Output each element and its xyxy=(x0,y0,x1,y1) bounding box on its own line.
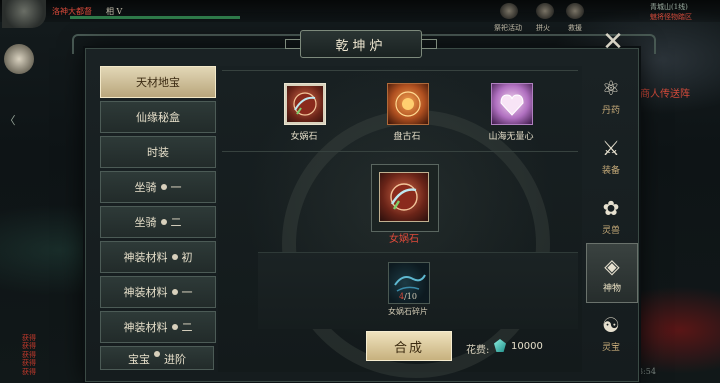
material-count: 4/10 xyxy=(399,292,417,301)
tab-label: 灵宝 xyxy=(601,342,620,353)
top-icon-label: 祭祀活动 xyxy=(494,24,522,32)
nuwa-stone-icon xyxy=(390,183,418,211)
tab-label: 丹药 xyxy=(601,105,620,116)
category-zuoqi-2[interactable]: 坐骑二 xyxy=(100,206,216,238)
player-avatar[interactable] xyxy=(2,0,46,28)
pangu-stone-icon xyxy=(395,91,421,117)
blade-icon: ⚔ xyxy=(602,135,620,160)
chat-log[interactable]: 获得 获得 获得 获得 获得 xyxy=(22,334,36,376)
top-icon-label: 拼火 xyxy=(536,24,550,32)
tab-zhuang-bei[interactable]: ⚔ 装备 xyxy=(586,126,636,184)
map-location-label: 市商人传送阵 xyxy=(630,89,690,100)
gourd-icon: ⚛ xyxy=(602,75,620,100)
bullet-dot-icon xyxy=(171,289,178,295)
panel-title: 乾坤炉 xyxy=(335,38,387,54)
shanhai-heart-icon xyxy=(500,94,524,116)
item-name: 山海无量心 xyxy=(488,132,534,142)
tab-ling-bao[interactable]: ☯ 灵宝 xyxy=(586,303,636,361)
category-shenzhuang-2[interactable]: 神装材料二 xyxy=(100,311,216,343)
category-label: 神装材料 xyxy=(123,251,168,264)
bullet-dot-icon xyxy=(160,219,167,225)
fan-icon: ◈ xyxy=(604,253,620,278)
tab-label: 灵兽 xyxy=(601,225,620,236)
bullet-dot-icon xyxy=(160,184,167,190)
forge-button[interactable]: 合成 xyxy=(366,331,452,361)
map-subtitle: 魅将怪物踏区 xyxy=(650,13,692,21)
category-suffix: 初 xyxy=(181,251,193,264)
category-label: 神装材料 xyxy=(123,321,168,334)
result-item-slot[interactable] xyxy=(379,172,429,222)
cost-label: 花费: xyxy=(466,345,490,356)
category-label: 神装材料 xyxy=(123,286,168,299)
category-xianyuan-mihe[interactable]: 仙缘秘盒 xyxy=(100,101,216,133)
category-label: 时装 xyxy=(147,146,169,159)
chat-line: 获得 xyxy=(22,350,36,359)
category-label: 宝宝 xyxy=(128,353,150,366)
close-icon: ✕ xyxy=(602,27,624,57)
activity-icon[interactable] xyxy=(500,3,518,19)
bullet-dot-icon xyxy=(171,324,178,330)
category-suffix: 一 xyxy=(170,181,182,194)
category-suffix: 一 xyxy=(181,286,193,299)
fire-icon[interactable] xyxy=(536,3,554,19)
category-suffix: 进阶 xyxy=(164,353,186,366)
map-name: 青城山(1线) xyxy=(650,3,688,11)
item-slot-shanhai-heart[interactable] xyxy=(491,83,533,125)
cost-value: 10000 xyxy=(511,341,543,352)
category-label: 仙缘秘盒 xyxy=(136,111,180,124)
category-tiancai-dibao[interactable]: 天材地宝 xyxy=(100,66,216,98)
category-label: 天材地宝 xyxy=(136,76,180,89)
nuwa-stone-icon xyxy=(293,92,317,116)
category-label: 坐骑 xyxy=(134,216,157,229)
category-shenzhuang-chu[interactable]: 神装材料初 xyxy=(100,241,216,273)
material-name: 女娲石碎片 xyxy=(388,307,428,316)
paw-icon: ✿ xyxy=(602,195,620,220)
chat-line: 获得 xyxy=(22,359,36,368)
category-zuoqi-1[interactable]: 坐骑一 xyxy=(100,171,216,203)
material-need: 10 xyxy=(406,292,417,301)
item-name: 女娲石 xyxy=(290,132,318,142)
chat-line: 获得 xyxy=(22,342,36,351)
category-shizhuang[interactable]: 时装 xyxy=(100,136,216,168)
forge-button-label: 合成 xyxy=(393,340,424,356)
category-suffix: 二 xyxy=(170,216,182,229)
tab-label: 装备 xyxy=(601,165,620,176)
material-have: 4 xyxy=(399,292,405,301)
category-suffix: 二 xyxy=(181,321,193,334)
chat-line: 获得 xyxy=(22,367,36,376)
tab-ling-shou[interactable]: ✿ 灵兽 xyxy=(586,186,636,244)
bullet-dot-icon xyxy=(154,351,160,357)
top-icon-label: 救援 xyxy=(568,24,582,32)
player-hp-bar xyxy=(70,16,240,19)
category-shenzhuang-1[interactable]: 神装材料一 xyxy=(100,276,216,308)
tab-label: 神物 xyxy=(602,283,621,294)
item-slot-nuwa-stone[interactable] xyxy=(284,83,326,125)
tab-shen-wu[interactable]: ◈ 神物 xyxy=(586,243,638,303)
bullet-dot-icon xyxy=(171,254,178,260)
result-item-name: 女娲石 xyxy=(389,234,419,245)
panel-title-plate: 乾坤炉 xyxy=(285,30,437,58)
pet-avatar-icon[interactable] xyxy=(4,44,34,74)
category-baobao[interactable]: 宝宝 进阶 xyxy=(100,346,214,370)
category-label: 坐骑 xyxy=(134,181,157,194)
taiji-icon: ☯ xyxy=(602,312,620,337)
item-name: 盘古石 xyxy=(393,132,421,142)
close-button[interactable]: ✕ xyxy=(598,27,628,57)
rescue-icon[interactable] xyxy=(566,3,584,19)
tab-dan-yao[interactable]: ⚛ 丹药 xyxy=(586,66,636,124)
side-collapse-icon[interactable]: 〈 xyxy=(0,112,20,132)
item-slot-pangu-stone[interactable] xyxy=(387,83,429,125)
